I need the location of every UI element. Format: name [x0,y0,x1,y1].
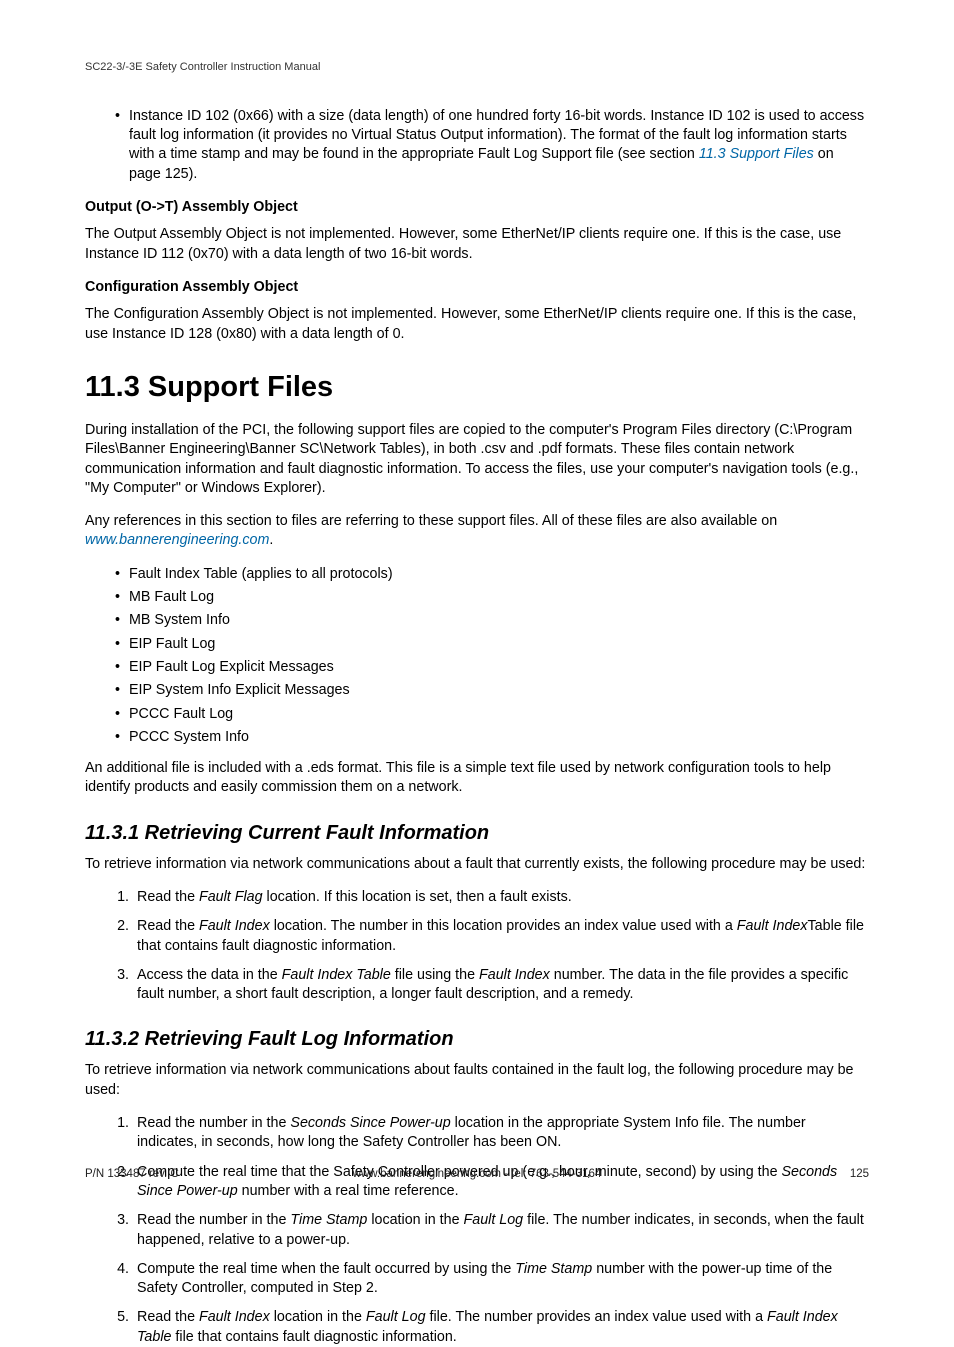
italic-term: Fault Flag [199,889,263,905]
file-item: MB Fault Log [115,588,869,607]
step-item: Read the Fault Flag location. If this lo… [133,888,869,907]
config-heading: Configuration Assembly Object [85,278,869,297]
subsection-1-intro: To retrieve information via network comm… [85,855,869,874]
step-item: Read the number in the Time Stamp locati… [133,1211,869,1250]
italic-term: Fault Log [366,1309,426,1325]
step-item: Compute the real time when the fault occ… [133,1260,869,1299]
italic-term: Fault Index [199,1309,270,1325]
step-item: Read the Fault Index location in the Fau… [133,1308,869,1347]
file-item: EIP Fault Log [115,635,869,654]
file-item: Fault Index Table (applies to all protoc… [115,565,869,584]
files-list: Fault Index Table (applies to all protoc… [85,565,869,747]
step-item: Read the Fault Index location. The numbe… [133,917,869,956]
section-para-2-post: . [269,532,273,548]
italic-term: Fault Index [737,918,808,934]
subsection-2-title: 11.3.2 Retrieving Fault Log Information [85,1026,869,1053]
step-item: Read the number in the Seconds Since Pow… [133,1114,869,1153]
step-item: Access the data in the Fault Index Table… [133,966,869,1005]
page-footer: P/N 133487 rev. C www.bannerengineering.… [85,1167,869,1183]
subsection-2-steps: Read the number in the Seconds Since Pow… [85,1114,869,1347]
italic-term: Time Stamp [515,1261,592,1277]
file-item: PCCC System Info [115,728,869,747]
file-item: EIP System Info Explicit Messages [115,681,869,700]
italic-term: Seconds Since Power-up [290,1115,450,1131]
subsection-1-steps: Read the Fault Flag location. If this lo… [85,888,869,1004]
output-heading: Output (O->T) Assembly Object [85,198,869,217]
section-para-2-pre: Any references in this section to files … [85,513,777,529]
support-files-link[interactable]: 11.3 Support Files [699,146,814,162]
banner-link[interactable]: www.bannerengineering.com [85,532,269,548]
config-paragraph: The Configuration Assembly Object is not… [85,305,869,344]
doc-header: SC22-3/-3E Safety Controller Instruction… [85,60,869,75]
italic-term: Fault Log [464,1212,524,1228]
italic-term: Time Stamp [290,1212,367,1228]
italic-term: Fault Index Table [282,967,391,983]
subsection-2-intro: To retrieve information via network comm… [85,1061,869,1100]
file-item: MB System Info [115,611,869,630]
intro-bullet: Instance ID 102 (0x66) with a size (data… [115,107,869,184]
section-para-1: During installation of the PCI, the foll… [85,421,869,498]
subsection-1-title: 11.3.1 Retrieving Current Fault Informat… [85,820,869,847]
eds-paragraph: An additional file is included with a .e… [85,759,869,798]
section-para-2: Any references in this section to files … [85,512,869,551]
footer-center: www.bannerengineering.com - tel: 763-544… [85,1167,869,1183]
italic-term: Fault Index [199,918,270,934]
italic-term: Fault Index [479,967,550,983]
output-paragraph: The Output Assembly Object is not implem… [85,225,869,264]
file-item: PCCC Fault Log [115,705,869,724]
file-item: EIP Fault Log Explicit Messages [115,658,869,677]
section-title: 11.3 Support Files [85,368,869,407]
